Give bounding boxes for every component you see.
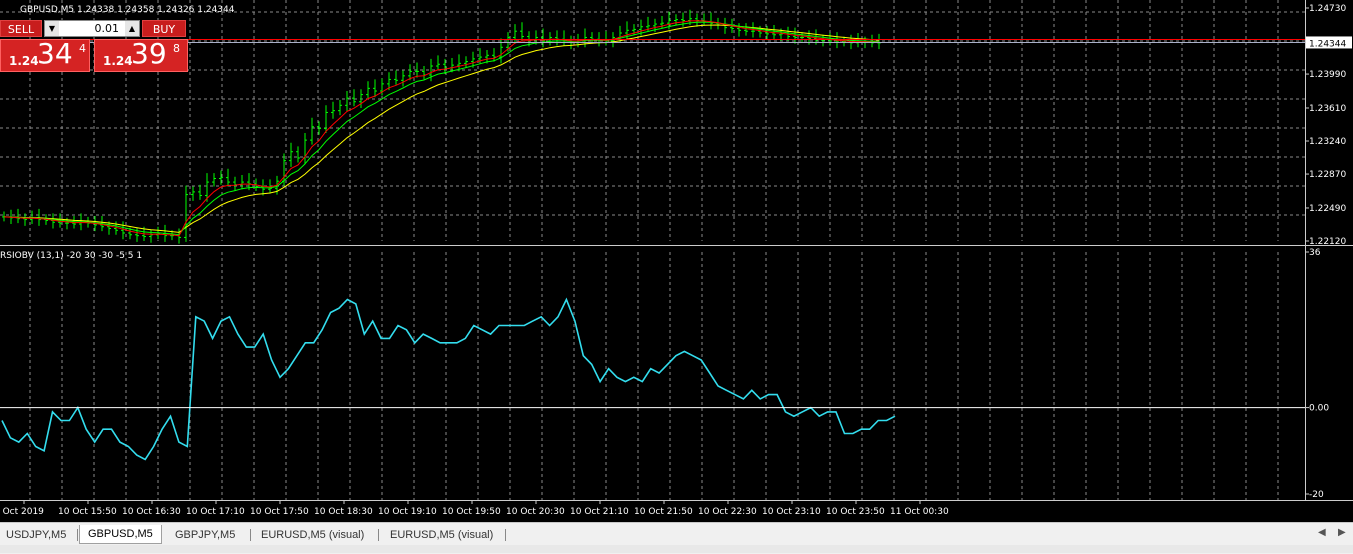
sell-button[interactable]: SELL bbox=[0, 20, 42, 37]
tab-separator bbox=[77, 529, 78, 541]
price-tick-label: 1.22120 bbox=[1309, 237, 1346, 247]
tab-gbpjpy-m5[interactable]: GBPJPY,M5 bbox=[175, 526, 235, 544]
buy-price-button[interactable]: 1.24 39 8 bbox=[94, 37, 188, 72]
tab-separator bbox=[505, 529, 506, 541]
time-tick-label: 10 Oct 19:50 bbox=[442, 507, 501, 517]
rsiobv-indicator bbox=[1, 297, 896, 461]
time-tick-label: 10 Oct 17:50 bbox=[250, 507, 309, 517]
time-tick-label: 10 Oct 18:30 bbox=[314, 507, 373, 517]
time-tick-label: 10 Oct 22:30 bbox=[698, 507, 757, 517]
time-tick-label: 10 Oct 21:10 bbox=[570, 507, 629, 517]
time-tick-label: 10 Oct 23:50 bbox=[826, 507, 885, 517]
time-tick-label: 10 Oct 17:10 bbox=[186, 507, 245, 517]
time-tick-label: 10 Oct 21:50 bbox=[634, 507, 693, 517]
price-tick-label: 1.23240 bbox=[1309, 137, 1346, 147]
tab-usdjpy-m5[interactable]: USDJPY,M5 bbox=[6, 526, 66, 544]
tab-gbpusd-m5[interactable]: GBPUSD,M5 bbox=[79, 525, 162, 544]
time-tick-label: 10 Oct 19:10 bbox=[378, 507, 437, 517]
buy-price-sup: 8 bbox=[173, 42, 180, 55]
time-tick-label: 10 Oct 20:30 bbox=[506, 507, 565, 517]
indicator-tick-label: 36 bbox=[1309, 248, 1321, 258]
time-tick-label: 10 Oct 15:50 bbox=[58, 507, 117, 517]
indicator-tick-label: 0.00 bbox=[1309, 404, 1329, 414]
lot-decrease-icon[interactable]: ▼ bbox=[45, 21, 59, 36]
sell-price-sup: 4 bbox=[79, 42, 86, 55]
price-tick-label: 1.23990 bbox=[1309, 70, 1346, 80]
tab-separator bbox=[250, 529, 251, 541]
indicator-tick-label: -20 bbox=[1309, 490, 1324, 500]
price-tick-label: 1.22870 bbox=[1309, 170, 1346, 180]
time-tick-label: 10 Oct 16:30 bbox=[122, 507, 181, 517]
buy-price-big: 39 bbox=[131, 37, 167, 70]
chart-symbol-header: GBPUSD,M5 1.24338 1.24358 1.24326 1.2434… bbox=[20, 5, 235, 15]
one-click-trading-panel: SELL ▼ 0.01 ▲ BUY 1.24 34 4 1.24 39 8 bbox=[0, 18, 190, 73]
price-tick-label: 1.24730 bbox=[1309, 4, 1346, 14]
tab-eurusd-m5-visual[interactable]: EURUSD,M5 (visual) bbox=[261, 526, 364, 544]
lot-increase-icon[interactable]: ▲ bbox=[125, 21, 139, 36]
indicator-label: RSIOBV (13,1) -20 30 -30 -5 5 1 bbox=[0, 251, 142, 261]
tabs-scroll-left-icon[interactable]: ◀ bbox=[1318, 527, 1326, 538]
tab-eurusd-m5-visual-2[interactable]: EURUSD,M5 (visual) bbox=[390, 526, 493, 544]
price-tick-label: 1.23610 bbox=[1309, 104, 1346, 114]
price-tick-label: 1.22490 bbox=[1309, 204, 1346, 214]
sell-price-small: 1.24 bbox=[9, 54, 39, 68]
lot-size-field[interactable]: ▼ 0.01 ▲ bbox=[44, 20, 140, 37]
time-tick-label: 10 Oct 23:10 bbox=[762, 507, 821, 517]
lot-size-value[interactable]: 0.01 bbox=[61, 21, 123, 36]
sell-price-big: 34 bbox=[37, 37, 73, 70]
chart-grid bbox=[0, 0, 1305, 500]
current-price-label: 1.24344 bbox=[1309, 39, 1346, 49]
buy-price-small: 1.24 bbox=[103, 54, 133, 68]
indicator-line bbox=[1, 297, 896, 461]
tabs-scroll-right-icon[interactable]: ▶ bbox=[1338, 527, 1346, 538]
price-chart-area[interactable]: 1.247301.243441.239901.236101.232401.228… bbox=[0, 0, 1353, 522]
sell-price-button[interactable]: 1.24 34 4 bbox=[0, 37, 90, 72]
horizontal-scrollbar[interactable] bbox=[0, 545, 1353, 553]
tab-separator bbox=[378, 529, 379, 541]
buy-button[interactable]: BUY bbox=[142, 20, 186, 37]
time-tick-label: 9 Oct 2019 bbox=[0, 507, 44, 517]
time-tick-label: 11 Oct 00:30 bbox=[890, 507, 949, 517]
